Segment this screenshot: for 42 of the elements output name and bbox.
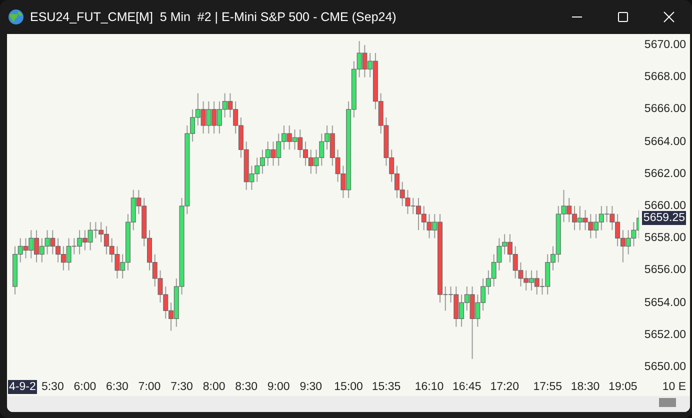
time-label: 18:30: [570, 380, 600, 394]
corner-label: 10 E: [662, 381, 686, 393]
scrollbar[interactable]: [7, 396, 690, 412]
price-label: 5650.00: [644, 360, 686, 374]
time-label: 8:00: [202, 380, 226, 394]
time-label: 15:35: [372, 380, 401, 394]
time-label: 6:00: [74, 380, 96, 394]
candlestick: [410, 197, 416, 215]
maximize-icon: [617, 11, 629, 23]
price-label: 5664.00: [644, 134, 686, 149]
candlestick: [71, 238, 77, 255]
candlestick: [93, 222, 98, 239]
price-label: 5654.00: [644, 296, 686, 310]
time-label: 7:00: [138, 380, 161, 394]
time-label: 19:05: [608, 380, 638, 394]
time-label: 6:30: [106, 380, 128, 394]
close-icon: [663, 11, 675, 23]
time-label: 8:30: [235, 380, 258, 394]
time-label: 9:00: [267, 380, 290, 394]
price-label: 5666.00: [644, 102, 686, 116]
price-label: 5660.00: [644, 199, 686, 213]
price-label: 5670.00: [644, 38, 686, 52]
time-label: 15:00: [334, 380, 363, 394]
cursor-date-label: 4-9-2: [8, 380, 37, 394]
time-label: 7:30: [170, 380, 193, 394]
globe-icon: [8, 9, 24, 25]
window-title: ESU24_FUT_CME[M] 5 Min #2 | E-Mini S&P 500 - CME (Sep24): [30, 10, 396, 24]
candlestick: [540, 278, 545, 296]
current-price-label: 5659.25: [642, 211, 686, 226]
price-label: 5652.00: [644, 328, 686, 342]
candlestick: [604, 206, 610, 223]
price-label: 5656.00: [644, 263, 686, 278]
time-label: 5:30: [41, 380, 64, 394]
time-label: 16:10: [414, 380, 444, 394]
time-label: 9:30: [300, 380, 322, 394]
time-label: 16:45: [452, 380, 482, 394]
price-label: 5658.00: [644, 231, 686, 246]
time-label: 17:55: [533, 380, 562, 394]
price-label: 5668.00: [644, 70, 686, 84]
time-label: 17:20: [490, 380, 519, 394]
price-label: 5662.00: [644, 166, 686, 181]
scrollbar-thumb[interactable]: [659, 398, 676, 407]
